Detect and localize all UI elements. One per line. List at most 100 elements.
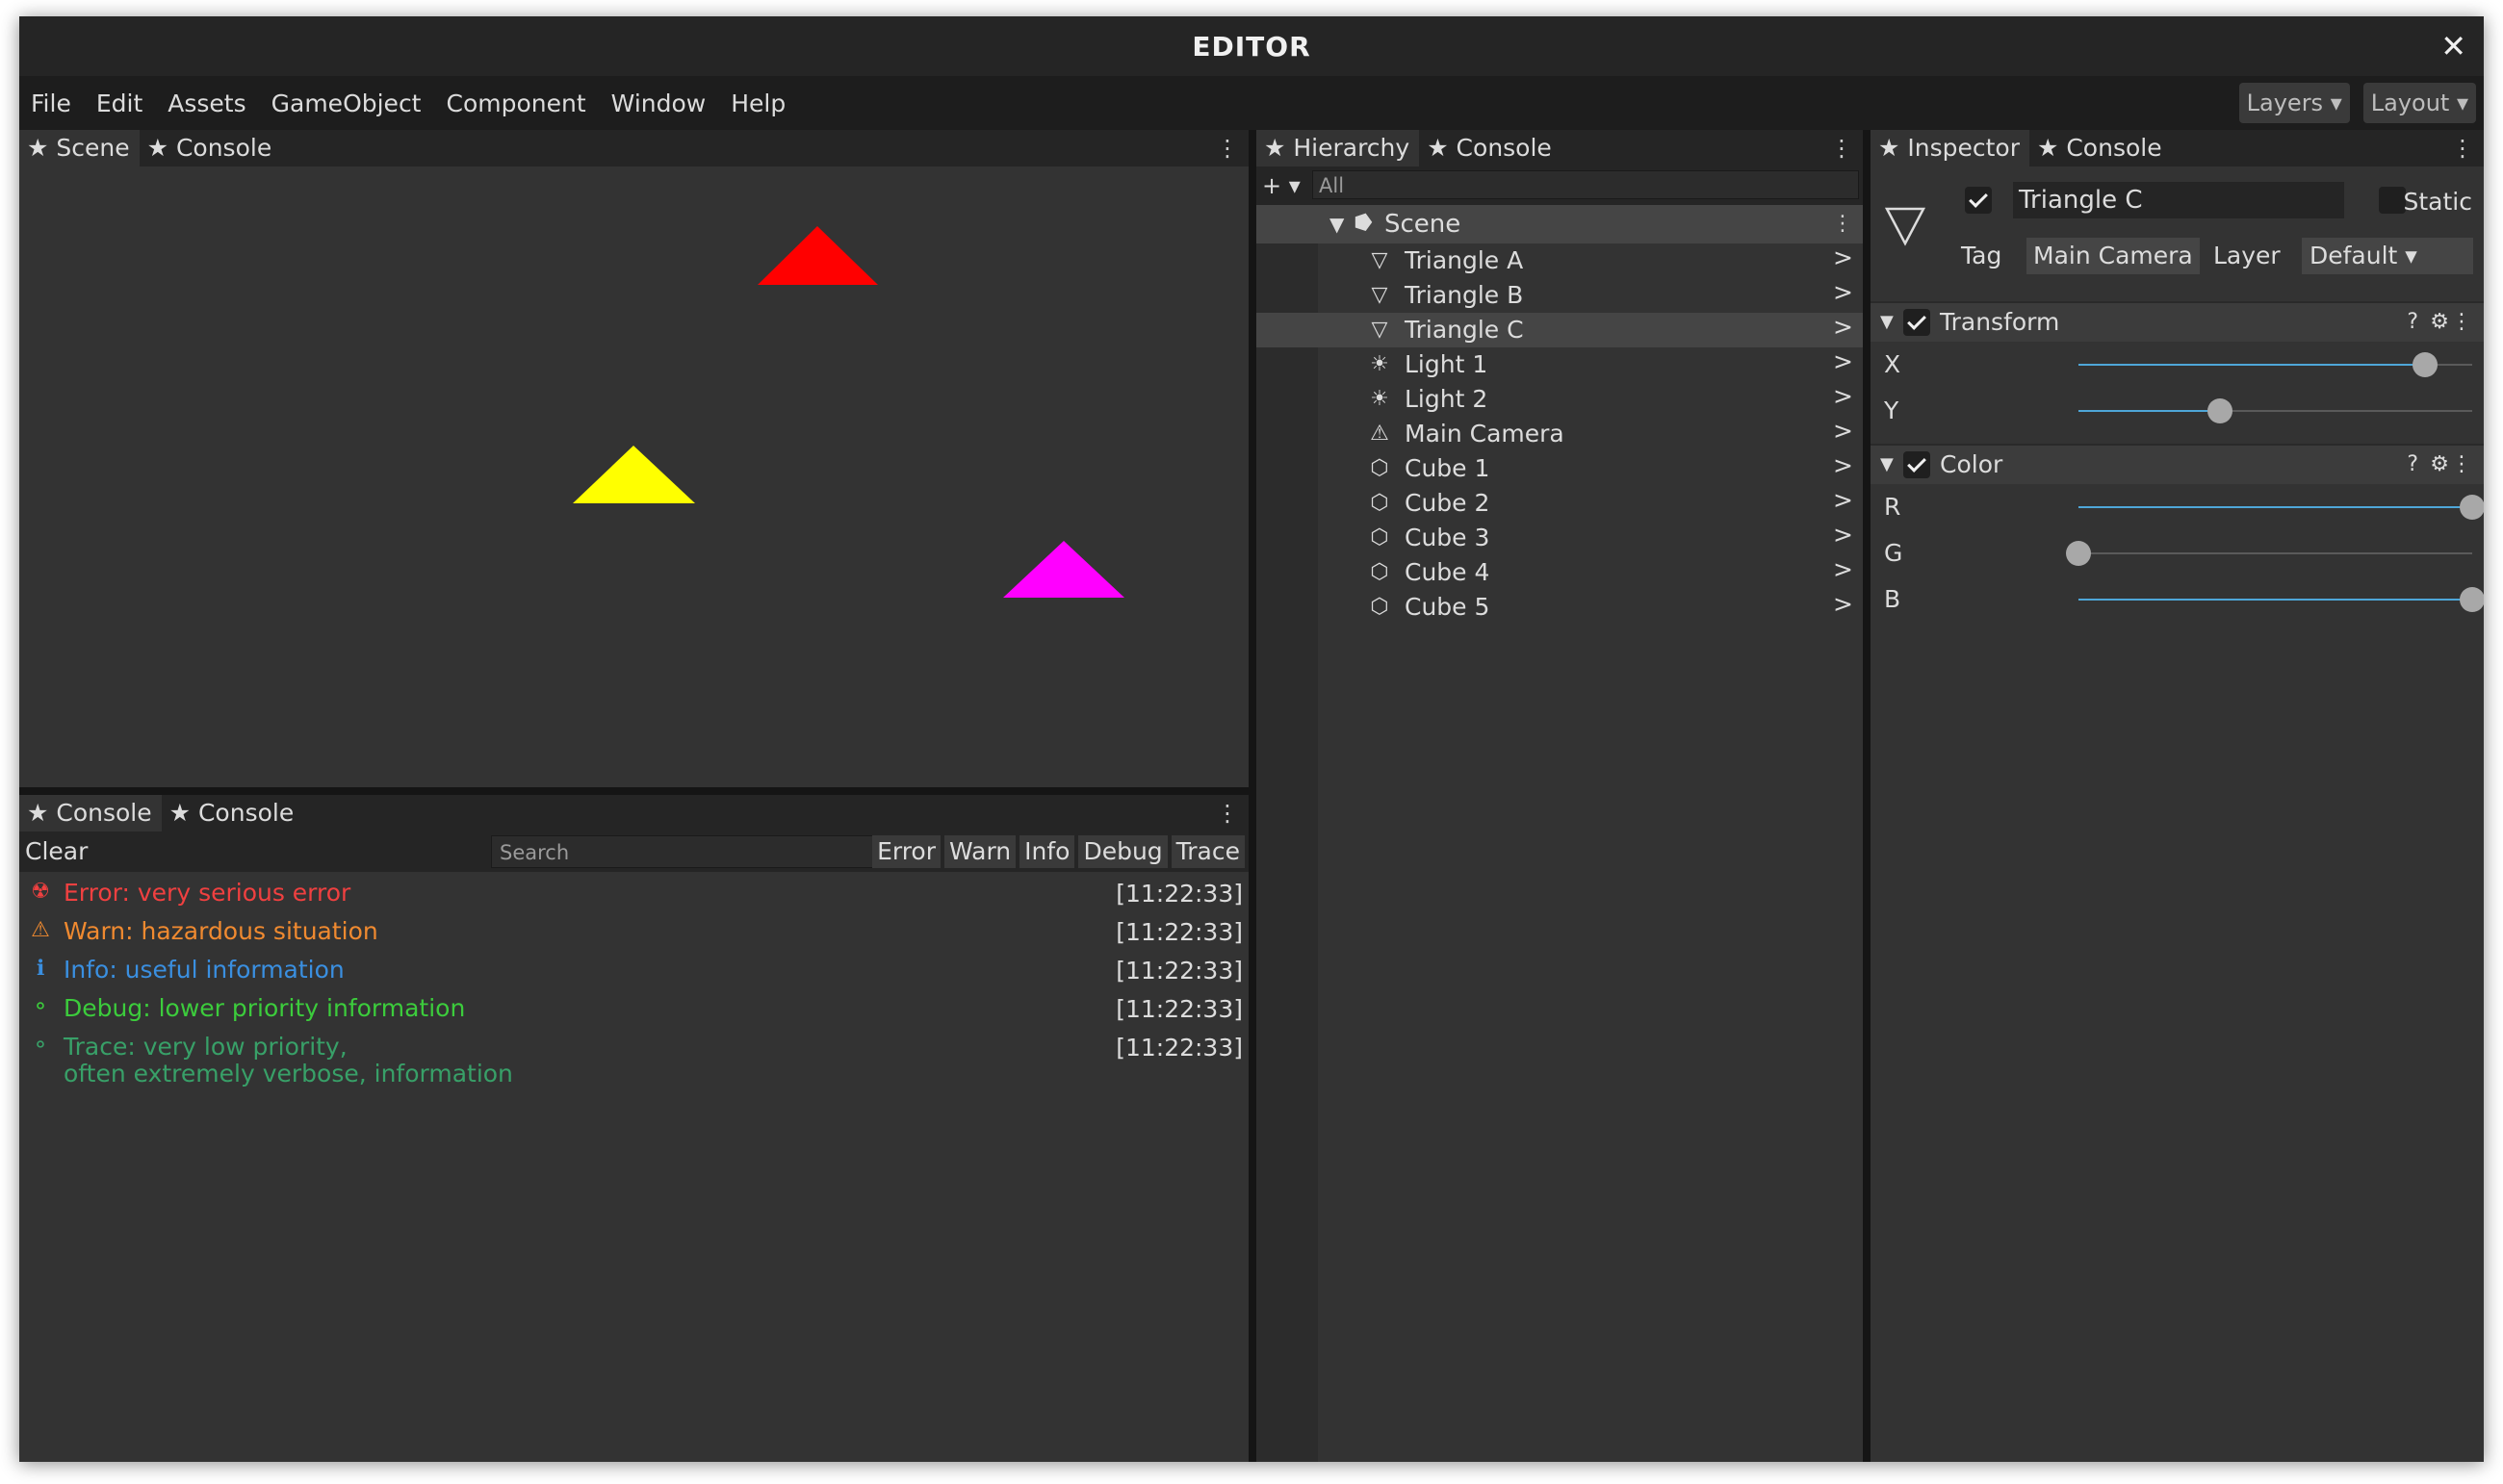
tab-console[interactable]: ★ Console [140,130,282,166]
tab-console-2[interactable]: ★ Console [162,795,304,832]
hierarchy-filter-input[interactable]: All [1312,170,1859,199]
slider-knob[interactable] [2066,541,2091,566]
more-icon[interactable]: ⋮ [2451,303,2472,342]
expand-arrow-icon[interactable]: > [1833,483,1853,518]
log-entry[interactable]: ⚠ Warn: hazardous situation [11:22:33] [19,916,1249,955]
tab-scene[interactable]: ★ Scene [19,130,140,166]
scene-viewport[interactable] [19,166,1249,787]
close-icon[interactable]: ✕ [2440,28,2466,64]
expand-arrow-icon[interactable]: > [1833,241,1853,275]
collapse-arrow-icon[interactable]: ▼ [1329,205,1344,243]
property-g: G [1871,530,2484,576]
log-entry[interactable]: ⚬ Debug: lower priority information [11:… [19,993,1249,1032]
y-slider[interactable] [2078,398,2472,423]
filter-trace-button[interactable]: Trace [1171,835,1245,868]
horizontal-splitter[interactable] [19,787,1249,795]
tab-console[interactable]: ★ Console [19,795,162,832]
menu-component[interactable]: Component [434,90,599,117]
hierarchy-item[interactable]: ☀ Light 2 > [1256,382,1863,417]
tab-console[interactable]: ★ Console [2029,130,2172,166]
filter-debug-button[interactable]: Debug [1078,835,1168,868]
color-enabled-checkbox[interactable] [1903,451,1930,478]
layout-dropdown[interactable]: Layout ▾ [2362,83,2476,123]
hierarchy-item[interactable]: ⬡ Cube 4 > [1256,555,1863,590]
menu-window[interactable]: Window [599,90,719,117]
collapse-arrow-icon[interactable]: ▼ [1880,303,1894,342]
collapse-arrow-icon[interactable]: ▼ [1880,446,1894,484]
tag-dropdown[interactable]: Main Camera [2026,238,2200,274]
menu-help[interactable]: Help [718,90,798,117]
transform-component-header[interactable]: ▼ Transform ? ⚙ ⋮ [1871,301,2484,342]
clear-button[interactable]: Clear [25,832,88,872]
triangle-c-shape[interactable] [1003,541,1124,598]
console-search-input[interactable]: Search [491,835,878,868]
light-icon: ☀ [1370,352,1389,376]
layer-dropdown[interactable]: Default ▾ [2302,238,2473,274]
more-icon[interactable]: ⋮ [1830,130,1853,166]
gear-icon[interactable]: ⚙ [2430,303,2449,342]
expand-arrow-icon[interactable]: > [1833,518,1853,552]
hierarchy-item[interactable]: ▽ Triangle A > [1256,243,1863,278]
slider-knob[interactable] [2460,495,2484,520]
filter-info-button[interactable]: Info [1019,835,1075,868]
gear-icon[interactable]: ⚙ [2430,446,2449,484]
static-checkbox[interactable] [2379,187,2406,214]
more-icon[interactable]: ⋮ [1832,205,1853,243]
log-entry[interactable]: ℹ Info: useful information [11:22:33] [19,955,1249,993]
slider-knob[interactable] [2207,398,2233,423]
active-checkbox[interactable] [1965,187,1992,214]
b-slider[interactable] [2078,587,2484,612]
vertical-splitter-2[interactable] [1863,130,1871,1462]
r-slider[interactable] [2078,495,2484,520]
x-slider[interactable] [2078,352,2472,377]
property-r: R [1871,484,2484,530]
menu-file[interactable]: File [19,90,84,117]
hierarchy-item[interactable]: ▽ Triangle C > [1256,313,1863,347]
menu-assets[interactable]: Assets [155,90,258,117]
menu-gameobject[interactable]: GameObject [259,90,434,117]
scene-root-row[interactable]: ▼ ⭓ Scene ⋮ [1256,205,1863,243]
hierarchy-item[interactable]: ⬡ Cube 5 > [1256,590,1863,625]
hierarchy-item[interactable]: ⬡ Cube 3 > [1256,521,1863,555]
expand-arrow-icon[interactable]: > [1833,414,1853,448]
filter-error-button[interactable]: Error [872,835,941,868]
hierarchy-item[interactable]: ▽ Triangle B > [1256,278,1863,313]
hierarchy-item[interactable]: ⬡ Cube 1 > [1256,451,1863,486]
hierarchy-item[interactable]: ⬡ Cube 2 > [1256,486,1863,521]
vertical-splitter[interactable] [1249,130,1256,1462]
help-icon[interactable]: ? [2407,446,2418,484]
hierarchy-item[interactable]: ☀ Light 1 > [1256,347,1863,382]
more-icon[interactable]: ⋮ [1216,130,1239,166]
expand-arrow-icon[interactable]: > [1833,379,1853,414]
expand-arrow-icon[interactable]: > [1833,552,1853,587]
menu-edit[interactable]: Edit [84,90,155,117]
layers-dropdown[interactable]: Layers ▾ [2238,83,2350,123]
more-icon[interactable]: ⋮ [1216,795,1239,832]
help-icon[interactable]: ? [2407,303,2418,342]
expand-arrow-icon[interactable]: > [1833,310,1853,345]
tab-inspector[interactable]: ★ Inspector [1871,130,2029,166]
g-slider[interactable] [2066,541,2472,566]
expand-arrow-icon[interactable]: > [1833,587,1853,622]
add-object-button[interactable]: + ▾ [1262,166,1301,205]
more-icon[interactable]: ⋮ [2451,446,2472,484]
more-icon[interactable]: ⋮ [2451,130,2474,166]
hierarchy-item[interactable]: ⚠ Main Camera > [1256,417,1863,451]
slider-knob[interactable] [2460,587,2484,612]
object-name-field[interactable]: Triangle C [2013,182,2344,218]
tab-hierarchy[interactable]: ★ Hierarchy [1256,130,1420,166]
expand-arrow-icon[interactable]: > [1833,345,1853,379]
triangle-b-shape[interactable] [573,446,695,503]
expand-arrow-icon[interactable]: > [1833,275,1853,310]
log-entry[interactable]: ⚬ Trace: very low priority, often extrem… [19,1032,1249,1099]
log-entry[interactable]: ☢ Error: very serious error [11:22:33] [19,878,1249,916]
color-component-header[interactable]: ▼ Color ? ⚙ ⋮ [1871,444,2484,484]
filter-warn-button[interactable]: Warn [944,835,1017,868]
transform-enabled-checkbox[interactable] [1903,309,1930,336]
tab-console[interactable]: ★ Console [1419,130,1561,166]
menu-bar: File Edit Assets GameObject Component Wi… [19,76,2484,130]
expand-arrow-icon[interactable]: > [1833,448,1853,483]
inspector-panel: ★ Inspector ★ Console ⋮ Triangle C Stati… [1871,130,2484,1462]
slider-knob[interactable] [2412,352,2438,377]
triangle-a-shape[interactable] [758,226,878,285]
